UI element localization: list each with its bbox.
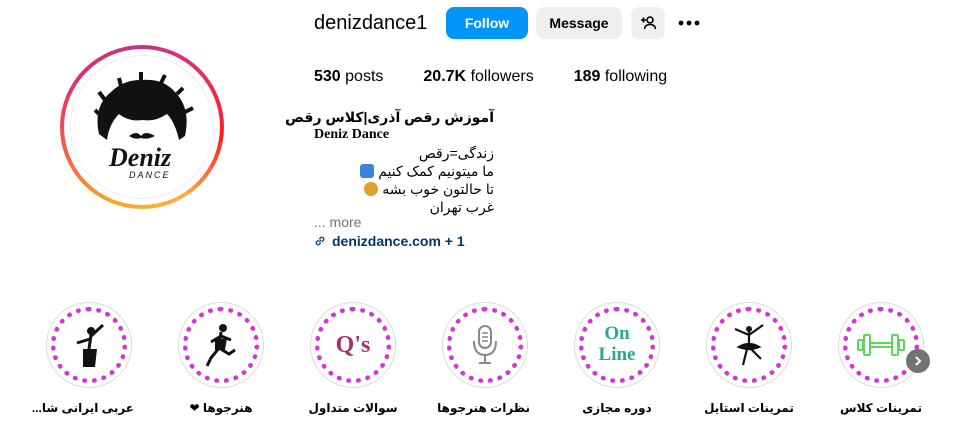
avatar-frame: Deniz DANCE	[64, 49, 220, 205]
bio-line-with-emoji: ما میتونیم کمک کنیم	[314, 162, 494, 180]
chevron-right-icon	[915, 356, 922, 366]
highlight-cover	[843, 307, 919, 383]
highlights-next-button[interactable]	[906, 349, 930, 373]
bio-category: آموزش رقص آذری|کلاس رقص	[285, 109, 494, 125]
highlight-cover: Q's	[315, 307, 391, 383]
dancer-pose-icon	[76, 323, 105, 367]
highlight-item[interactable]: عربی ایرانی شا...	[31, 302, 134, 415]
bio-line-with-emoji: تا حالتون خوب بشه	[314, 180, 494, 198]
highlight-cover: On Line	[579, 307, 655, 383]
message-button[interactable]: Message	[536, 7, 622, 39]
add-person-icon	[641, 16, 656, 30]
bio-line-text: تا حالتون خوب بشه	[382, 181, 494, 197]
profile-avatar-ring[interactable]: Deniz DANCE	[60, 45, 224, 209]
highlight-label: سوالات متداول	[308, 401, 398, 415]
bio-full-name: Deniz Dance	[314, 127, 390, 142]
deniz-logo-icon: Deniz DANCE	[93, 72, 194, 180]
website-link-text: denizdance.com + 1	[332, 233, 465, 249]
highlight-ring	[838, 302, 924, 388]
highlight-ring: On Line	[574, 302, 660, 388]
highlight-item[interactable]: On Line دوره مجازی	[572, 302, 662, 415]
add-user-button[interactable]	[631, 7, 665, 39]
highlight-label: تمرینات استایل	[704, 401, 794, 415]
highlight-ring	[706, 302, 792, 388]
username: denizdance1	[314, 12, 428, 34]
highlight-cover	[51, 307, 127, 383]
following-label: following	[604, 68, 668, 85]
highlight-item[interactable]: Q's سوالات متداول	[308, 302, 398, 415]
more-link[interactable]: ... more	[314, 214, 361, 230]
qs-icon: Q's	[335, 331, 371, 358]
dancer-jump-icon	[205, 324, 236, 367]
link-icon	[315, 236, 325, 246]
followers-label: followers	[470, 68, 534, 85]
profile-stats: 530 posts 20.7K followers 189 following	[314, 68, 707, 86]
highlight-label: نظرات هنرجوها	[437, 401, 530, 415]
website-link[interactable]: denizdance.com + 1	[314, 233, 465, 249]
highlight-cover	[183, 307, 259, 383]
ballerina-icon	[734, 324, 764, 366]
posts-label: posts	[345, 68, 384, 85]
followers-stat[interactable]: 20.7K followers	[423, 68, 533, 86]
highlight-ring	[46, 302, 132, 388]
highlight-item[interactable]: نظرات هنرجوها	[437, 302, 530, 415]
svg-text:DANCE: DANCE	[129, 170, 171, 180]
highlight-label: عربی ایرانی شا...	[31, 401, 134, 415]
highlight-ring	[178, 302, 264, 388]
highlight-cover	[447, 307, 523, 383]
microphone-icon	[473, 325, 497, 364]
bio: آموزش رقص آذری|کلاس رقص Deniz Dance زندگ…	[285, 108, 494, 216]
monkey-emoji-icon	[364, 182, 379, 196]
bio-line: زندگی=رقص	[418, 145, 494, 161]
highlight-label: دوره مجازی	[582, 401, 652, 415]
highlight-label: هنرجوها ❤	[189, 401, 253, 415]
highlight-ring	[442, 302, 528, 388]
highlight-label: تمرینات کلاس	[840, 401, 922, 415]
highlight-item[interactable]: تمرینات استایل	[704, 302, 794, 415]
arrow-emoji-icon	[360, 164, 375, 178]
more-options-icon	[678, 20, 700, 26]
avatar: Deniz DANCE	[70, 55, 214, 199]
online-icon-text-on: On	[604, 323, 630, 344]
dumbbell-icon	[857, 334, 905, 356]
highlight-ring: Q's	[310, 302, 396, 388]
bio-line-text: ما میتونیم کمک کنیم	[378, 163, 494, 179]
following-count: 189	[573, 68, 601, 85]
follow-button[interactable]: Follow	[446, 7, 528, 39]
online-icon-text-line: Line	[598, 344, 636, 365]
svg-text:Deniz: Deniz	[108, 143, 172, 172]
more-options-button[interactable]	[674, 7, 704, 39]
following-stat[interactable]: 189 following	[574, 68, 667, 86]
posts-stat: 530 posts	[314, 68, 383, 86]
highlight-cover	[711, 307, 787, 383]
followers-count: 20.7K	[423, 68, 467, 85]
highlight-item[interactable]: هنرجوها ❤	[176, 302, 266, 415]
posts-count: 530	[314, 68, 341, 85]
